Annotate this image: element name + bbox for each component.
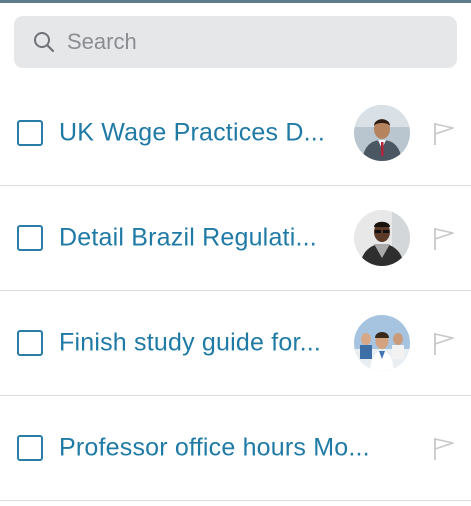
task-title[interactable]: Detail Brazil Regulati... <box>59 224 317 253</box>
assignee-avatar[interactable] <box>354 105 410 161</box>
search-input[interactable] <box>67 29 427 55</box>
flag-icon[interactable] <box>431 436 457 462</box>
task-checkbox[interactable] <box>17 435 43 461</box>
top-bar <box>0 0 471 3</box>
task-row[interactable]: Finish study guide for... <box>0 291 471 396</box>
task-checkbox[interactable] <box>17 225 43 251</box>
task-checkbox[interactable] <box>17 120 43 146</box>
flag-icon[interactable] <box>431 121 457 147</box>
assignee-avatar[interactable] <box>354 210 410 266</box>
task-title[interactable]: Professor office hours Mo... <box>59 434 370 463</box>
task-title[interactable]: Finish study guide for... <box>59 329 321 358</box>
search-icon <box>32 30 56 54</box>
flag-icon[interactable] <box>431 331 457 357</box>
search-bar[interactable] <box>14 16 457 68</box>
task-title[interactable]: UK Wage Practices D... <box>59 119 325 148</box>
assignee-avatar[interactable] <box>354 315 410 371</box>
task-list: UK Wage Practices D... Detail Brazil Reg… <box>0 81 471 501</box>
task-row[interactable]: Professor office hours Mo... <box>0 396 471 501</box>
task-row[interactable]: UK Wage Practices D... <box>0 81 471 186</box>
task-checkbox[interactable] <box>17 330 43 356</box>
flag-icon[interactable] <box>431 226 457 252</box>
task-row[interactable]: Detail Brazil Regulati... <box>0 186 471 291</box>
